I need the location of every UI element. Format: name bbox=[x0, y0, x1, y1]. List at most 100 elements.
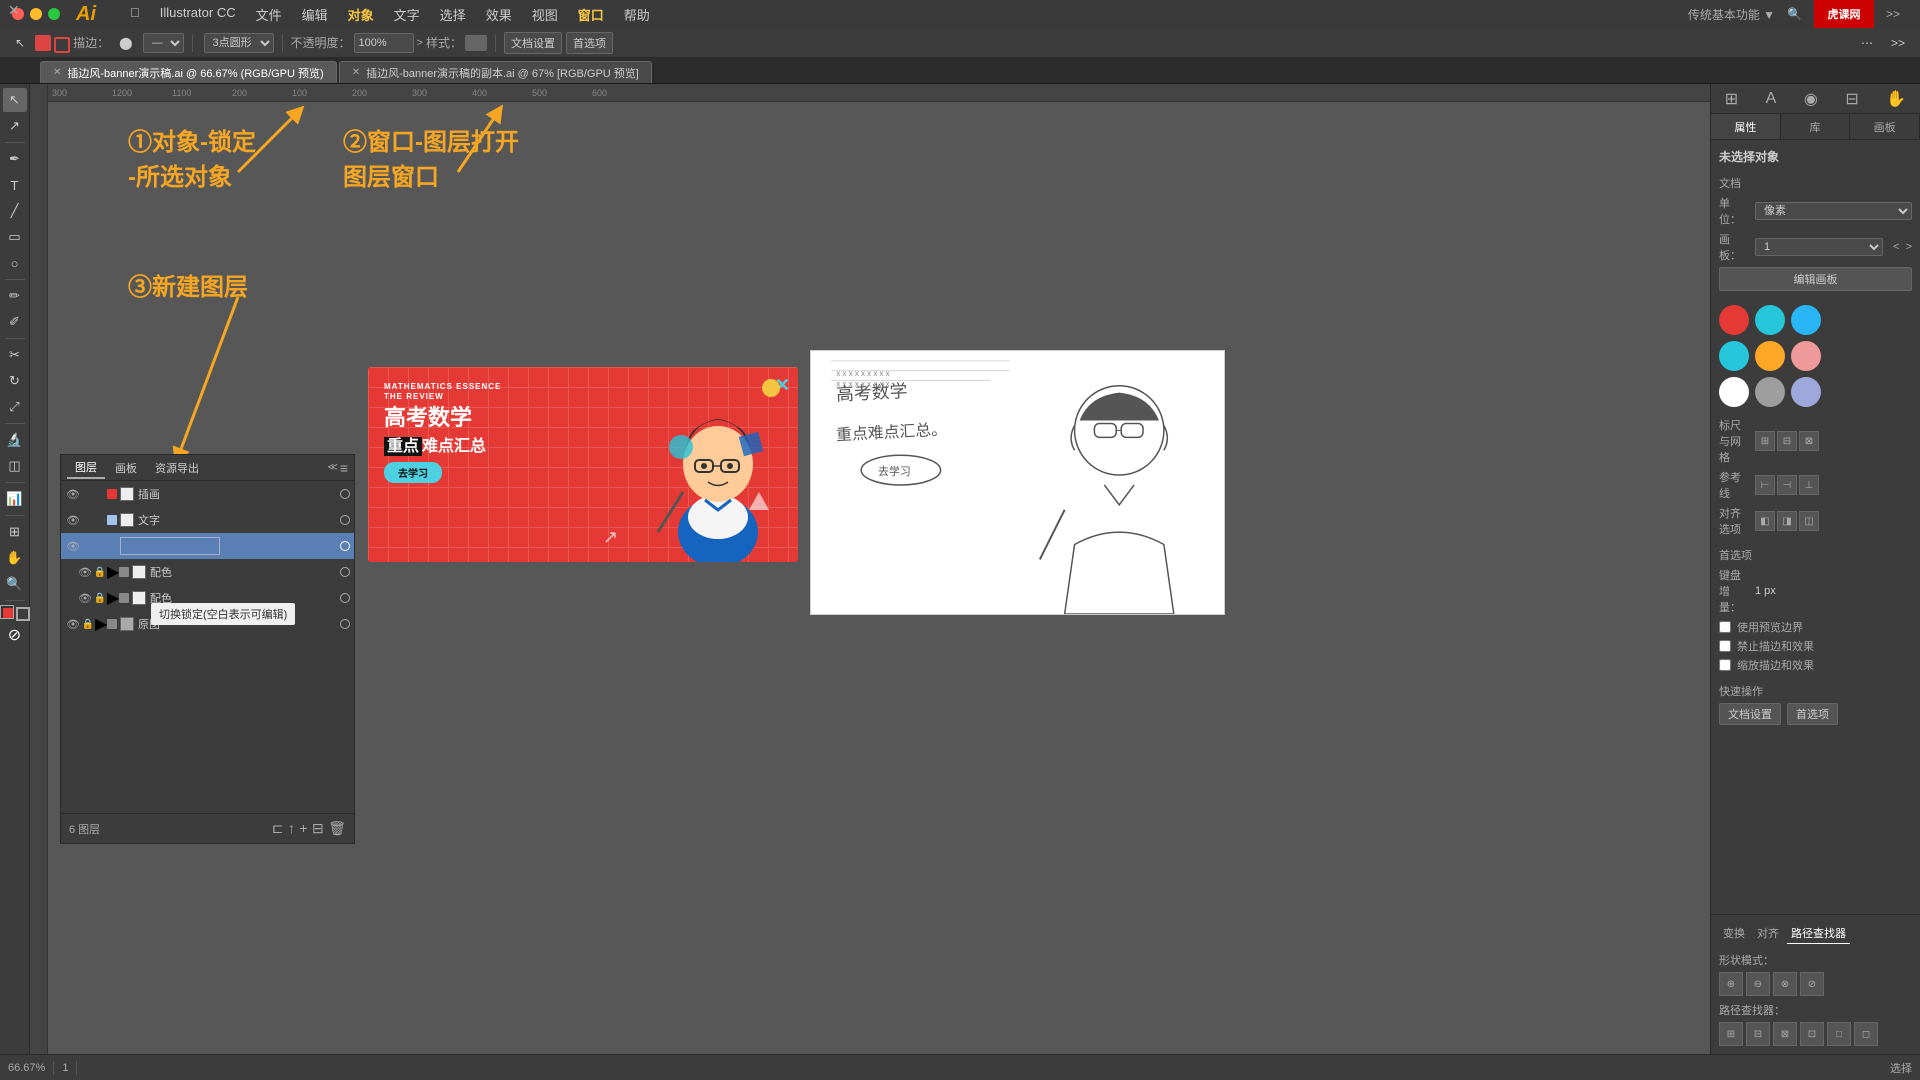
expand-icon[interactable]: >> bbox=[1886, 7, 1900, 21]
pencil-tool[interactable]: ✐ bbox=[3, 310, 27, 334]
outline-btn[interactable]: □ bbox=[1827, 1022, 1851, 1046]
layer-name-input[interactable] bbox=[120, 537, 220, 555]
fill-box[interactable] bbox=[0, 605, 14, 619]
panel-icon-2[interactable]: A bbox=[1766, 90, 1777, 108]
menu-view[interactable]: 视图 bbox=[522, 3, 568, 26]
menu-edit[interactable]: 编辑 bbox=[292, 3, 338, 26]
swatch-red[interactable] bbox=[1719, 305, 1749, 335]
menu-effect[interactable]: 效果 bbox=[476, 3, 522, 26]
selection-tool-btn[interactable]: ↖ bbox=[8, 33, 32, 53]
style-swatch[interactable] bbox=[465, 35, 487, 51]
layer-target-painting[interactable] bbox=[340, 489, 350, 499]
layer-row-color2[interactable]: 👁 🔒 ▶ 配色 bbox=[61, 585, 354, 611]
divide-btn[interactable]: ⊞ bbox=[1719, 1022, 1743, 1046]
layer-row-color1[interactable]: 👁 🔒 ▶ 配色 bbox=[61, 559, 354, 585]
type-tool[interactable]: T bbox=[3, 173, 27, 197]
menu-illustrator[interactable]: Illustrator CC bbox=[150, 3, 246, 26]
menu-text[interactable]: 文字 bbox=[384, 3, 430, 26]
align-to-icon-3[interactable]: ◫ bbox=[1799, 511, 1819, 531]
edit-artboard-btn[interactable]: 编辑画板 bbox=[1719, 267, 1912, 291]
panel-menu-btn[interactable]: ≡ bbox=[340, 460, 348, 476]
search-icon[interactable]: 🔍 bbox=[1787, 7, 1802, 21]
layer-target-text[interactable] bbox=[340, 515, 350, 525]
menu-apple[interactable]:  bbox=[120, 3, 150, 26]
visibility-toggle-color2[interactable]: 👁 bbox=[77, 592, 93, 605]
grid-icon-3[interactable]: ⊠ bbox=[1799, 431, 1819, 451]
minus-back-btn[interactable]: ◻ bbox=[1854, 1022, 1878, 1046]
layer-options-btn[interactable]: ⊟ bbox=[312, 820, 324, 836]
library-tab[interactable]: 库 bbox=[1781, 114, 1851, 139]
prefs-quick-btn[interactable]: 首选项 bbox=[1787, 703, 1838, 725]
swatch-blue[interactable] bbox=[1791, 305, 1821, 335]
layers-tab[interactable]: 图层 bbox=[67, 457, 105, 479]
rotate-tool[interactable]: ↻ bbox=[3, 369, 27, 393]
stroke-dropdown[interactable]: — bbox=[143, 33, 184, 53]
layer-row-text[interactable]: 👁 文字 bbox=[61, 507, 354, 533]
align-to-icon-2[interactable]: ◨ bbox=[1777, 511, 1797, 531]
eyedropper-tool[interactable]: 🔬 bbox=[3, 428, 27, 452]
menu-file[interactable]: 文件 bbox=[246, 3, 292, 26]
zoom-tool[interactable]: 🔍 bbox=[3, 572, 27, 596]
opacity-arrow[interactable]: > bbox=[417, 37, 423, 49]
ellipse-tool[interactable]: ○ bbox=[3, 251, 27, 275]
selection-tool[interactable]: ↖ bbox=[3, 88, 27, 112]
menu-help[interactable]: 帮助 bbox=[614, 3, 660, 26]
crop-btn[interactable]: ⊡ bbox=[1800, 1022, 1824, 1046]
panel-icon-1[interactable]: ⊞ bbox=[1725, 89, 1738, 109]
merge-btn[interactable]: ⊠ bbox=[1773, 1022, 1797, 1046]
banner-design[interactable]: MATHEMATICS ESSENCE THE REVIEW 高考数学 重点难点… bbox=[368, 367, 798, 562]
extra-menu-btn[interactable]: ⋯ bbox=[1854, 33, 1880, 53]
rect-tool[interactable]: ▭ bbox=[3, 225, 27, 249]
minus-front-btn[interactable]: ⊖ bbox=[1746, 972, 1770, 996]
unit-select[interactable]: 像素 bbox=[1755, 202, 1912, 220]
intersect-btn[interactable]: ⊗ bbox=[1773, 972, 1797, 996]
properties-tab[interactable]: 属性 bbox=[1711, 114, 1781, 139]
swatch-white[interactable] bbox=[1719, 377, 1749, 407]
direct-select-tool[interactable]: ↗ bbox=[3, 114, 27, 138]
panel-collapse-btn[interactable]: ≪ bbox=[327, 462, 337, 473]
layer-target-editing[interactable] bbox=[340, 541, 350, 551]
none-color[interactable]: ⊘ bbox=[3, 623, 27, 647]
swatch-gray[interactable] bbox=[1755, 377, 1785, 407]
align-to-icon-1[interactable]: ◧ bbox=[1755, 511, 1775, 531]
swatch-cyan[interactable] bbox=[1719, 341, 1749, 371]
asset-export-tab[interactable]: 资源导出 bbox=[147, 458, 207, 478]
tab-1-close[interactable]: ✕ bbox=[53, 67, 61, 78]
layer-row-original[interactable]: 👁 🔒 ▶ 原图 bbox=[61, 611, 354, 637]
artboard-prev[interactable]: < bbox=[1893, 241, 1899, 253]
visibility-toggle-original[interactable]: 👁 bbox=[65, 618, 81, 631]
unite-btn[interactable]: ⊕ bbox=[1719, 972, 1743, 996]
layer-target-color1[interactable] bbox=[340, 567, 350, 577]
menu-object[interactable]: 对象 bbox=[338, 3, 384, 26]
menu-select[interactable]: 选择 bbox=[430, 3, 476, 26]
expand-arrow-color2[interactable]: ▶ bbox=[107, 588, 119, 608]
paintbrush-tool[interactable]: ✏ bbox=[3, 284, 27, 308]
pen-tool[interactable]: ✒ bbox=[3, 147, 27, 171]
swatch-orange[interactable] bbox=[1755, 341, 1785, 371]
scissors-tool[interactable]: ✂ bbox=[3, 343, 27, 367]
exclude-btn[interactable]: ⊘ bbox=[1800, 972, 1824, 996]
move-selection-btn[interactable]: ↑ bbox=[288, 820, 295, 836]
align-tab[interactable]: 对齐 bbox=[1753, 923, 1783, 944]
tab-2[interactable]: ✕ 插边风-banner演示稿的副本.ai @ 67% [RGB/GPU 预览] bbox=[339, 61, 652, 83]
visibility-toggle-painting[interactable]: 👁 bbox=[65, 488, 81, 501]
guide-icon-1[interactable]: ⊢ bbox=[1755, 475, 1775, 495]
layer-row-painting[interactable]: 👁 插画 bbox=[61, 481, 354, 507]
fullscreen-button[interactable] bbox=[48, 8, 60, 20]
guide-icon-2[interactable]: ⊣ bbox=[1777, 475, 1797, 495]
guide-icon-3[interactable]: ⊥ bbox=[1799, 475, 1819, 495]
line-tool[interactable]: ╱ bbox=[3, 199, 27, 223]
shape-dropdown[interactable]: 3点圆形 bbox=[204, 33, 274, 53]
lock-toggle-color2[interactable]: 🔒 bbox=[93, 593, 107, 604]
stroke-style-btn[interactable]: ⬤ bbox=[112, 33, 139, 53]
trim-btn[interactable]: ⊟ bbox=[1746, 1022, 1770, 1046]
swatch-pink[interactable] bbox=[1791, 341, 1821, 371]
grid-icon-2[interactable]: ⊟ bbox=[1777, 431, 1797, 451]
visibility-toggle-text[interactable]: 👁 bbox=[65, 514, 81, 527]
swatch-lavender[interactable] bbox=[1791, 377, 1821, 407]
workspace-selector[interactable]: 传统基本功能 ▼ bbox=[1688, 6, 1775, 23]
menu-window[interactable]: 窗口 bbox=[568, 3, 614, 26]
artboard-select[interactable]: 1 bbox=[1755, 238, 1883, 256]
panel-icon-5[interactable]: ✋ bbox=[1886, 89, 1906, 109]
layer-row-editing[interactable]: 👁 bbox=[61, 533, 354, 559]
